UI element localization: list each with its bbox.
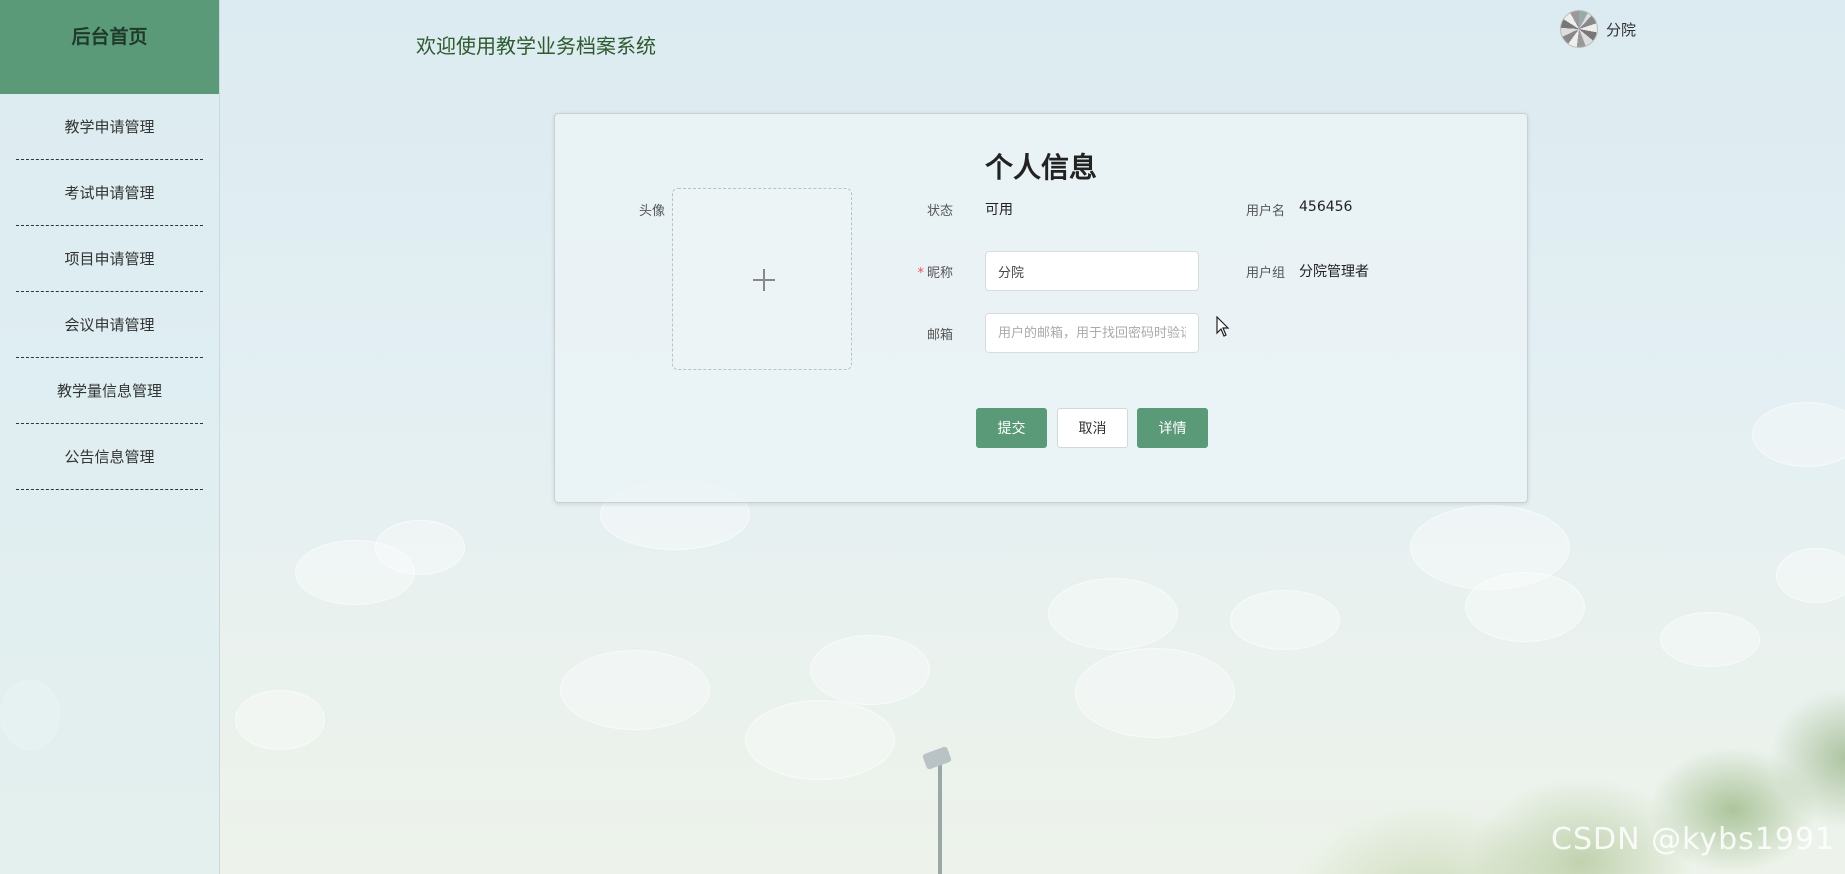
user-name: 分院 [1606,20,1637,39]
submit-button[interactable]: 提交 [976,408,1047,448]
sidebar-item-announcements[interactable]: 公告信息管理 [16,424,203,490]
avatar-upload[interactable] [672,188,852,370]
sidebar-item-exam-application[interactable]: 考试申请管理 [16,160,203,226]
sidebar-item-teaching-workload[interactable]: 教学量信息管理 [16,358,203,424]
email-field[interactable] [985,313,1199,353]
nickname-label: * 昵称 [917,266,953,281]
sidebar-item-meeting-application[interactable]: 会议申请管理 [16,292,203,358]
username-label: 用户名 [1245,204,1285,219]
sidebar-item-teaching-application[interactable]: 教学申请管理 [16,94,203,160]
status-value: 可用 [985,202,1013,218]
sidebar-home[interactable]: 后台首页 [0,0,219,94]
profile-card: 个人信息 头像 状态 可用 用户名 456456 *昵称 用户组 分院管理者 邮… [554,113,1528,503]
sidebar-home-label: 后台首页 [71,26,148,48]
status-label: 状态 [926,204,953,219]
required-marker: * [917,266,924,281]
usergroup-value: 分院管理者 [1299,264,1369,280]
username-value: 456456 [1299,199,1353,215]
welcome-title: 欢迎使用教学业务档案系统 [416,34,656,58]
avatar [1560,10,1598,48]
details-button[interactable]: 详情 [1137,408,1208,448]
cancel-button[interactable]: 取消 [1057,408,1128,448]
user-menu[interactable]: 分院 [1560,10,1636,48]
avatar-label: 头像 [638,204,665,219]
page-title: 个人信息 [984,151,1097,184]
sidebar-item-project-application[interactable]: 项目申请管理 [16,226,203,292]
nickname-field[interactable] [985,251,1199,291]
email-label: 邮箱 [926,328,953,343]
sidebar: 后台首页 教学申请管理 考试申请管理 项目申请管理 会议申请管理 教学量信息管理… [0,0,220,874]
usergroup-label: 用户组 [1245,266,1285,281]
watermark: CSDN @kybs1991 [1551,822,1836,857]
